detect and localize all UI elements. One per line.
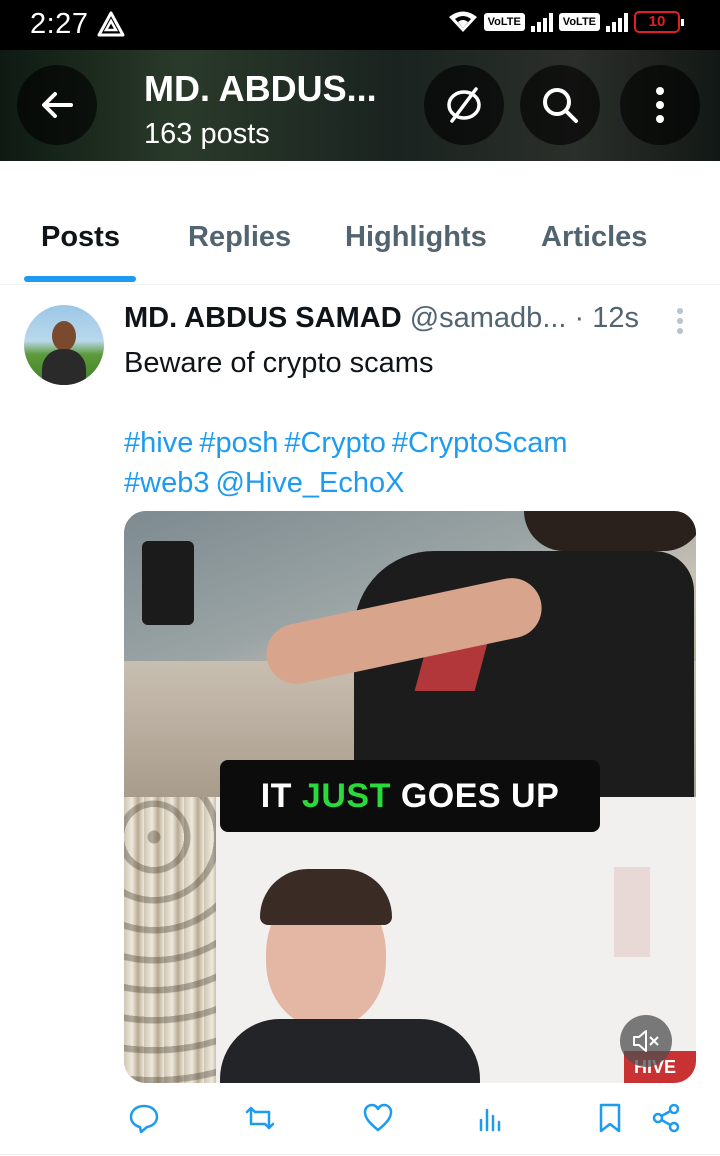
avatar[interactable] — [24, 305, 104, 385]
post-actions — [124, 1098, 690, 1142]
man-hair-image — [260, 869, 392, 925]
like-button[interactable] — [358, 1098, 398, 1138]
like-icon — [363, 1103, 393, 1132]
post-text: Beware of crypto scams — [124, 347, 434, 379]
signal-icon — [530, 12, 553, 32]
volte-badge: VoLTE — [483, 13, 525, 31]
status-indicators: VoLTE VoLTE 10 — [448, 10, 684, 34]
hashtag-link[interactable]: #web3 — [124, 467, 209, 499]
search-icon — [543, 88, 578, 123]
mute-button[interactable] — [620, 1015, 672, 1067]
views-icon — [479, 1108, 501, 1132]
avatar-face — [52, 321, 76, 351]
views-button[interactable] — [470, 1098, 510, 1138]
tab-highlights[interactable]: Highlights — [345, 221, 487, 254]
more-vertical-icon[interactable] — [670, 306, 690, 336]
active-tab-indicator — [24, 276, 136, 282]
share-button[interactable] — [646, 1098, 686, 1138]
mute-icon — [633, 1030, 659, 1052]
post-header: MD. ABDUS SAMAD @samadb... · 12s — [124, 302, 639, 335]
profile-tabs: Posts Replies Highlights Articles — [0, 161, 720, 285]
repost-icon — [245, 1106, 275, 1130]
video-frame-bottom: HIVE — [124, 797, 696, 1083]
repost-button[interactable] — [240, 1098, 280, 1138]
hashtag-link[interactable]: #CryptoScam — [392, 427, 568, 459]
reply-icon — [129, 1104, 159, 1134]
avatar-body — [42, 349, 86, 385]
man-body-image — [220, 1019, 480, 1083]
profile-header: MD. ABDUS... 163 posts — [0, 50, 720, 161]
tab-posts[interactable]: Posts — [41, 221, 120, 254]
tab-replies[interactable]: Replies — [188, 221, 291, 254]
caption-text: GOES UP — [400, 776, 560, 815]
meta-separator: · — [574, 302, 585, 334]
caption-highlight: JUST — [301, 776, 391, 815]
author-name[interactable]: MD. ABDUS SAMAD — [124, 302, 402, 334]
posts-count: 163 posts — [144, 118, 270, 150]
person-hair-image — [524, 511, 696, 551]
header-title: MD. ABDUS... — [144, 68, 377, 109]
mention-link[interactable]: @Hive_EchoX — [215, 467, 404, 499]
tab-articles[interactable]: Articles — [541, 221, 647, 254]
video-frame-top — [124, 511, 696, 801]
volte-badge: VoLTE — [558, 13, 600, 31]
more-vertical-icon — [656, 87, 664, 123]
more-options-button[interactable] — [620, 65, 700, 145]
video-caption: IT JUST GOES UP — [220, 760, 600, 832]
post-time: 12s — [592, 302, 640, 334]
reply-button[interactable] — [124, 1098, 164, 1138]
status-time: 2:27 — [30, 8, 89, 40]
wifi-icon — [448, 11, 477, 32]
curtain-image — [124, 797, 216, 1083]
search-button[interactable] — [520, 65, 600, 145]
post-video[interactable]: HIVE IT JUST GOES UP — [124, 511, 696, 1083]
author-handle[interactable]: @samadb... — [410, 302, 567, 334]
bookmark-button[interactable] — [590, 1098, 630, 1138]
no-sync-icon — [447, 87, 481, 123]
post-divider — [0, 1154, 720, 1155]
hashtag-link[interactable]: #posh — [199, 427, 278, 459]
back-button[interactable] — [17, 65, 97, 145]
gadget-image — [142, 541, 194, 625]
share-icon — [652, 1103, 680, 1133]
signal-icon — [606, 12, 628, 32]
post-hashtags: #hive #posh #Crypto #CryptoScam #web3 @Hive_E… — [124, 423, 684, 503]
hashtag-link[interactable]: #hive — [124, 427, 193, 459]
navigation-icon — [97, 11, 125, 37]
status-bar: 2:27 VoLTE VoLTE 10 — [0, 0, 720, 50]
back-arrow-icon — [42, 92, 73, 118]
hashtag-link[interactable]: #Crypto — [284, 427, 386, 459]
wall-poster-image — [614, 867, 650, 957]
battery-icon: 10 — [634, 11, 684, 33]
caption-text: IT — [260, 776, 292, 815]
no-sync-button[interactable] — [424, 65, 504, 145]
bookmark-icon — [599, 1103, 621, 1133]
